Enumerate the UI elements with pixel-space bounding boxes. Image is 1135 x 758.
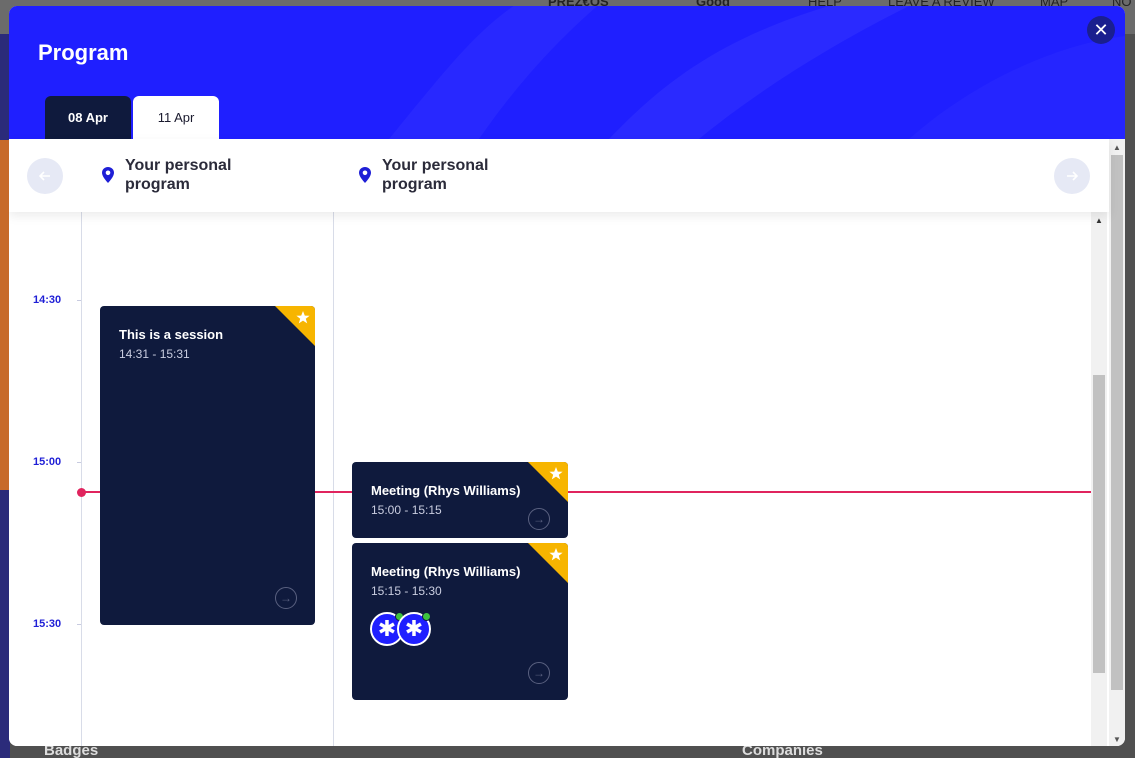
meeting-title: Meeting (Rhys Williams): [371, 483, 521, 498]
meeting-card[interactable]: Meeting (Rhys Williams) 15:15 - 15:30 ✱ …: [352, 543, 568, 700]
meeting-time: 15:00 - 15:15: [371, 503, 442, 517]
session-card[interactable]: This is a session 14:31 - 15:31 →: [100, 306, 315, 625]
time-tick: [77, 624, 81, 625]
location-label: Your personal program: [382, 157, 489, 193]
location-column-2: Your personal program: [358, 156, 502, 194]
arrow-right-icon: [1067, 171, 1079, 181]
modal-scroll-thumb[interactable]: [1111, 155, 1123, 690]
program-modal: Program ✕ 08 Apr 11 Apr Your personal pr…: [9, 6, 1125, 746]
time-tick: [77, 300, 81, 301]
location-label: Your personal program: [125, 157, 232, 193]
location-header-row: Your personal program Your personal prog…: [9, 139, 1109, 212]
open-meeting-arrow-icon[interactable]: →: [528, 508, 550, 530]
meeting-card[interactable]: Meeting (Rhys Williams) 15:00 - 15:15 →: [352, 462, 568, 538]
open-meeting-arrow-icon[interactable]: →: [528, 662, 550, 684]
column-divider: [81, 212, 82, 746]
online-status-dot: [422, 612, 431, 621]
schedule-scrollbar[interactable]: ▲: [1091, 212, 1107, 746]
prev-location-button[interactable]: [27, 158, 63, 194]
modal-title: Program: [38, 40, 129, 65]
close-button[interactable]: ✕: [1087, 16, 1115, 44]
meeting-title: Meeting (Rhys Williams): [371, 564, 521, 579]
asterisk-avatar-icon[interactable]: ✱: [397, 612, 431, 646]
favorite-star-icon[interactable]: [528, 462, 568, 502]
time-label-1500: 15:00: [33, 456, 62, 468]
time-label-1430: 14:30: [33, 294, 62, 306]
modal-header: Program ✕ 08 Apr 11 Apr: [9, 6, 1125, 139]
location-pin-icon: [102, 167, 114, 183]
location-column-1: Your personal program: [101, 156, 245, 194]
scroll-down-icon[interactable]: ▼: [1113, 735, 1121, 744]
meeting-time: 15:15 - 15:30: [371, 584, 442, 598]
date-tab-11-apr[interactable]: 11 Apr: [133, 96, 219, 139]
column-divider: [333, 212, 334, 746]
arrow-left-icon: [38, 171, 50, 181]
close-icon: ✕: [1093, 19, 1109, 40]
schedule-scroll-thumb[interactable]: [1093, 375, 1105, 673]
favorite-star-icon[interactable]: [528, 543, 568, 583]
favorite-star-icon[interactable]: [275, 306, 315, 346]
location-pin-icon: [359, 167, 371, 183]
schedule-grid[interactable]: 14:30 15:00 15:30 This is a session 14:3…: [9, 212, 1109, 746]
scroll-up-icon[interactable]: ▲: [1113, 143, 1121, 152]
session-time: 14:31 - 15:31: [119, 347, 190, 361]
next-location-button[interactable]: [1054, 158, 1090, 194]
current-time-dot: [77, 488, 86, 497]
time-label-1530: 15:30: [33, 618, 62, 630]
open-session-arrow-icon[interactable]: →: [275, 587, 297, 609]
scroll-up-icon[interactable]: ▲: [1095, 216, 1103, 225]
time-tick: [77, 462, 81, 463]
session-title: This is a session: [119, 327, 224, 342]
date-tab-08-apr[interactable]: 08 Apr: [45, 96, 131, 139]
modal-scrollbar[interactable]: ▲ ▼: [1109, 139, 1125, 746]
